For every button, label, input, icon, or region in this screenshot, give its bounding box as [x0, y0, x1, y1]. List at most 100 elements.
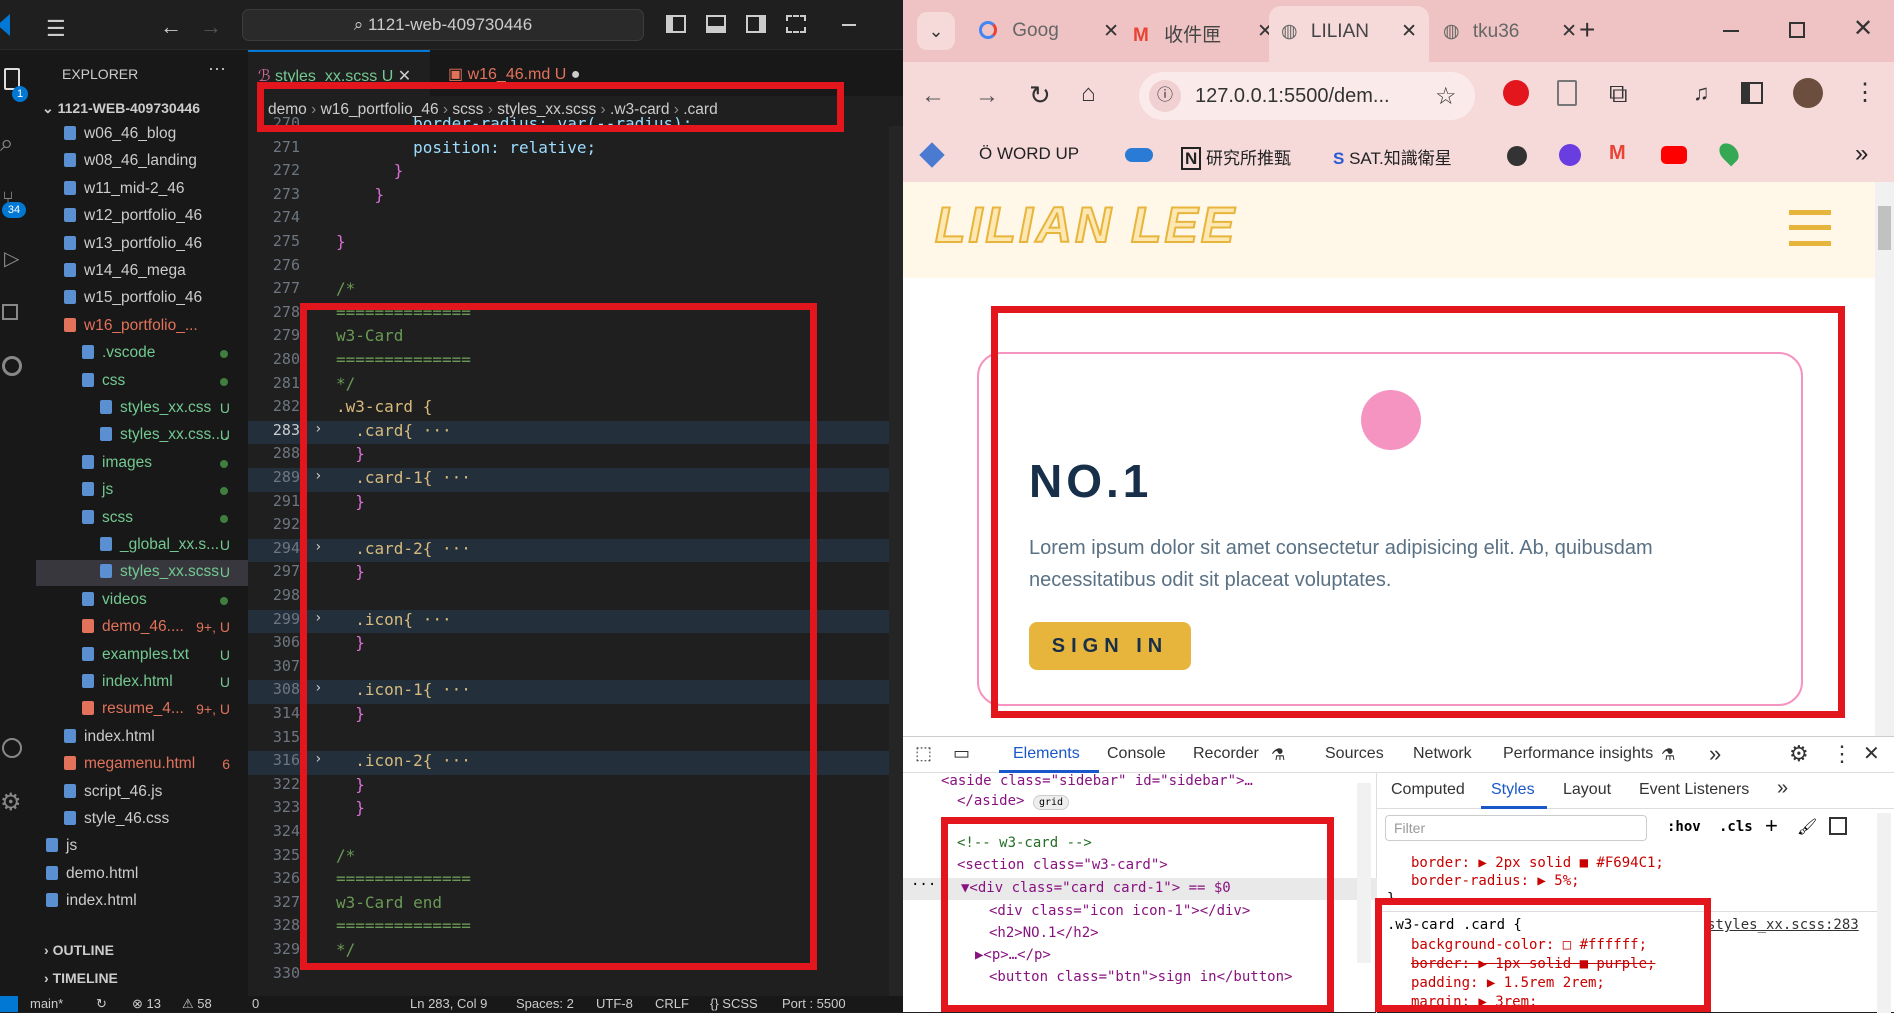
minimize-window-icon[interactable]	[842, 24, 856, 26]
code-line[interactable]: 271 position: relative;	[248, 138, 903, 162]
grid-badge[interactable]: grid	[1033, 795, 1070, 810]
forward-icon[interactable]: →	[975, 82, 999, 110]
gmail-bookmark-icon[interactable]: M	[1609, 142, 1626, 165]
indentation-status[interactable]: Spaces: 2	[516, 996, 574, 1011]
toggle-panel-icon[interactable]	[706, 15, 726, 33]
run-debug-icon[interactable]: ▷	[4, 246, 19, 271]
settings-gear-icon[interactable]: ⚙	[0, 788, 22, 817]
subtab-layout[interactable]: Layout	[1563, 781, 1611, 799]
code-line[interactable]: 327 w3-Card end	[248, 893, 903, 917]
close-tab-icon[interactable]: ✕	[1561, 20, 1577, 43]
code-line[interactable]: 325 /*	[248, 846, 903, 870]
devtools-tab-network[interactable]: Network	[1413, 745, 1472, 763]
hov-toggle[interactable]: :hov	[1667, 819, 1701, 835]
tab-styles-scss[interactable]: ℬ styles_xx.scss U ✕	[248, 50, 430, 96]
dom-node-button[interactable]: <button class="btn">sign in</button>	[989, 969, 1292, 985]
vertical-scrollbar[interactable]	[889, 126, 903, 996]
devtools-tab-recorder[interactable]: Recorder	[1193, 745, 1259, 763]
devtools-tab-console[interactable]: Console	[1107, 745, 1166, 763]
warnings-status[interactable]: ⚠ 58	[182, 996, 212, 1012]
tree-item[interactable]: w08_46_landing	[36, 149, 248, 175]
ports-status[interactable]: 0	[252, 996, 259, 1011]
code-line[interactable]: 288 }	[248, 444, 903, 468]
new-tab-icon[interactable]: +	[1579, 14, 1595, 46]
devtools-tab-performance-insights[interactable]: Performance insights	[1503, 745, 1653, 763]
tree-item[interactable]: script_46.js	[36, 780, 248, 806]
style-prev-radius[interactable]: border-radius: ▶ 5%;	[1411, 873, 1580, 889]
code-line[interactable]: 291 }	[248, 492, 903, 516]
rule-prop-margin[interactable]: margin: ▶ 3rem;	[1411, 994, 1537, 1010]
tree-item[interactable]: w06_46_blog	[36, 122, 248, 148]
youtube-icon[interactable]	[1661, 146, 1687, 164]
sync-icon[interactable]: ↻	[96, 996, 107, 1012]
bookmark-sat[interactable]: S SAT.知識衛星	[1333, 144, 1452, 169]
customize-layout-icon[interactable]	[786, 15, 806, 33]
tree-item[interactable]: styles_xx.scss U	[36, 560, 248, 587]
subtab-styles[interactable]: Styles	[1491, 781, 1535, 799]
code-line[interactable]: 324	[248, 822, 903, 846]
code-line[interactable]: 328 ==============	[248, 916, 903, 940]
canva-icon[interactable]	[1559, 144, 1581, 166]
command-center-search[interactable]: ⌕ 1121-web-409730446	[242, 9, 644, 41]
timeline-section[interactable]: › TIMELINE	[44, 970, 118, 986]
close-tab-icon[interactable]: ✕	[1103, 20, 1119, 43]
remote-indicator[interactable]	[0, 996, 18, 1012]
inspect-element-icon[interactable]: ⬚	[915, 743, 932, 764]
tree-item[interactable]: index.html	[36, 725, 248, 751]
globe-bookmark-icon[interactable]	[1507, 146, 1527, 166]
tree-item[interactable]: index.html U	[36, 670, 248, 696]
close-tab-icon[interactable]: ✕	[1401, 20, 1417, 43]
code-line[interactable]: 330	[248, 964, 903, 988]
dom-node-card[interactable]: ▼<div class="card card-1"> == $0	[961, 880, 1231, 896]
fold-chevron-icon[interactable]: ›	[314, 421, 322, 437]
dom-node-aside-close[interactable]: </aside>	[957, 793, 1024, 809]
code-line[interactable]: 322 }	[248, 775, 903, 799]
extensions-icon[interactable]	[2, 304, 18, 320]
rule-source-link[interactable]: styles_xx.scss:283	[1707, 917, 1859, 933]
errors-status[interactable]: ⊗ 13	[132, 996, 161, 1012]
fold-chevron-icon[interactable]: ›	[314, 539, 322, 555]
explorer-more-icon[interactable]: ···	[208, 58, 226, 79]
workspace-root[interactable]: ⌄ 1121-WEB-409730446	[42, 100, 200, 117]
code-line[interactable]: 294 › .card-2{ ···	[248, 538, 903, 563]
code-line[interactable]: 275}	[248, 232, 903, 256]
tree-item[interactable]: css	[36, 369, 248, 395]
tab-lilian-active[interactable]: ◍ LILIAN ✕	[1269, 6, 1429, 62]
code-line[interactable]: 316 › .icon-2{ ···	[248, 751, 903, 775]
back-arrow-icon[interactable]: ←	[160, 14, 182, 40]
tree-item[interactable]: images	[36, 451, 248, 477]
code-line[interactable]: 272 }	[248, 161, 903, 185]
tree-item[interactable]: styles_xx.css.... U	[36, 423, 248, 449]
subtab-event-listeners[interactable]: Event Listeners	[1639, 781, 1749, 799]
dom-node-icon[interactable]: <div class="icon icon-1"></div>	[989, 903, 1250, 919]
computed-sidebar-icon[interactable]	[1829, 817, 1847, 835]
devtools-close-icon[interactable]: ✕	[1863, 741, 1880, 766]
tree-item[interactable]: demo_46.... 9+, U	[36, 615, 248, 641]
code-line[interactable]: 314 }	[248, 704, 903, 728]
devtools-menu-icon[interactable]: ⋮	[1831, 741, 1853, 767]
language-status[interactable]: {} SCSS	[710, 996, 758, 1011]
live-server-port[interactable]: Port : 5500	[782, 996, 846, 1011]
dom-comment[interactable]: <!-- w3-card -->	[957, 835, 1092, 851]
code-line[interactable]: 329 */	[248, 940, 903, 964]
styles-scrollbar[interactable]	[1877, 813, 1891, 1013]
cls-toggle[interactable]: .cls	[1719, 819, 1753, 835]
chrome-menu-icon[interactable]: ⋮	[1853, 78, 1877, 107]
code-line[interactable]: 298	[248, 586, 903, 610]
tab-google[interactable]: Goog ✕	[973, 10, 1123, 54]
code-line[interactable]: 277 /*	[248, 279, 903, 303]
media-controls-icon[interactable]: ♫	[1693, 80, 1710, 106]
reload-icon[interactable]: ↻	[1029, 80, 1051, 111]
rule-prop-bg[interactable]: background-color: □ #ffffff;	[1411, 937, 1647, 953]
devtools-tab-elements[interactable]: Elements	[1013, 745, 1080, 763]
fold-chevron-icon[interactable]: ›	[314, 751, 322, 767]
code-line[interactable]: 306 }	[248, 633, 903, 657]
tree-item[interactable]: demo.html	[36, 862, 248, 888]
minimize-icon[interactable]	[1723, 30, 1739, 32]
tree-item[interactable]: examples.txt U	[36, 643, 248, 669]
dom-scrollbar[interactable]	[1357, 783, 1371, 963]
code-line[interactable]: 326 ==============	[248, 869, 903, 893]
code-line[interactable]: 274	[248, 208, 903, 232]
tree-item[interactable]: w11_mid-2_46	[36, 177, 248, 203]
fold-chevron-icon[interactable]: ›	[314, 468, 322, 484]
